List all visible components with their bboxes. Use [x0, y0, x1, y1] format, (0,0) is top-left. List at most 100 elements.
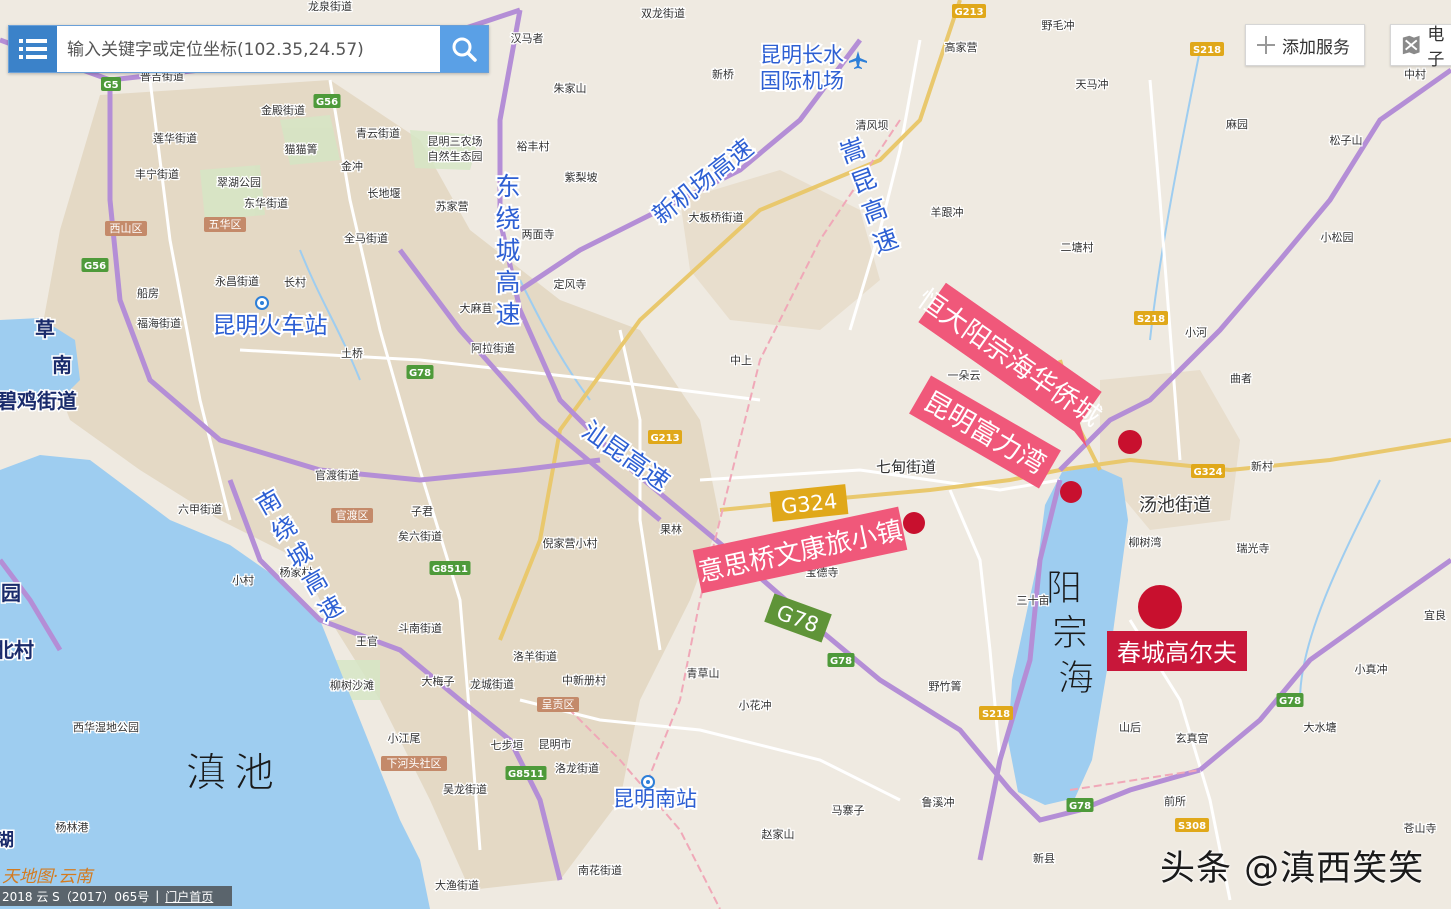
- place-label: 赵家山: [762, 827, 795, 841]
- road-shield: S218: [1137, 314, 1165, 325]
- place-label: 大水塘: [1304, 720, 1337, 734]
- place-label: 东华街道: [244, 196, 288, 210]
- annotation-label: 昆明南站: [613, 787, 697, 811]
- place-label: 福海街道: [137, 316, 181, 330]
- place-label: 长地堰: [368, 187, 401, 200]
- place-label: 两面寺: [522, 228, 555, 241]
- place-label: 王官: [356, 634, 378, 648]
- place-label: 呈贡区: [542, 698, 575, 711]
- banner-chuncheng: 春城高尔夫: [1107, 631, 1247, 671]
- edge-label: 碧鸡街道: [0, 389, 77, 413]
- place-label: 小松园: [1321, 230, 1354, 244]
- edge-label: 湖: [0, 830, 14, 851]
- place-label: 三十亩: [1017, 593, 1050, 607]
- place-label: 清风坝: [856, 118, 889, 132]
- place-label: 大板桥街道: [689, 210, 744, 224]
- place-label: 高家营: [945, 40, 978, 54]
- place-label: 曲者: [1230, 372, 1252, 385]
- place-label: 斗南街道: [398, 621, 442, 635]
- place-label: 下河头社区: [387, 756, 442, 770]
- place-label: 西山区: [110, 222, 143, 235]
- footer-bar: 2018 云 S（2017）065号 | 门户首页: [0, 886, 232, 906]
- place-label: 杨林港: [56, 820, 89, 834]
- place-label: 倪家营小村: [543, 536, 598, 550]
- place-label: 麻园: [1226, 117, 1248, 131]
- marker-hengda[interactable]: [1118, 430, 1142, 454]
- road-shield: G78: [1279, 696, 1301, 707]
- place-label: 鲁溪冲: [922, 795, 955, 809]
- road-shield: G5: [103, 80, 118, 91]
- place-label: 中上: [730, 354, 752, 367]
- footer-separator: |: [155, 889, 160, 903]
- place-label: 洛龙街道: [555, 761, 599, 775]
- place-label: 阿拉街道: [471, 341, 515, 355]
- place-label: 宜良: [1424, 608, 1446, 622]
- place-label: 昆明市: [539, 737, 572, 751]
- place-label: 朱家山: [554, 81, 587, 95]
- place-label: 大梅子: [422, 674, 455, 688]
- edge-label: 园: [1, 581, 21, 605]
- edge-label: 草: [35, 317, 55, 341]
- place-label: 双龙街道: [641, 6, 685, 20]
- place-label: 玄真宫: [1176, 731, 1209, 745]
- place-label: 马寨子: [832, 803, 865, 817]
- annotation-label: 国际机场: [760, 69, 844, 93]
- lake-label: 滇池: [186, 750, 282, 796]
- place-label: 南花街道: [578, 863, 622, 877]
- place-label: 汤池街道: [1139, 495, 1211, 516]
- watermark: 头条 @滇西笑笑: [1160, 849, 1425, 889]
- place-label: 中村: [1404, 67, 1426, 81]
- place-label: 官渡区: [336, 508, 369, 522]
- place-label: 七步垣: [491, 739, 524, 752]
- place-label: 柳树沙滩: [330, 678, 374, 692]
- place-label: 莲华街道: [153, 131, 197, 145]
- annotation-label: 东绕城高速: [495, 172, 520, 329]
- place-label: 中新册村: [562, 673, 606, 687]
- portal-link[interactable]: 门户首页: [165, 888, 213, 905]
- road-shield: G78: [1069, 801, 1091, 812]
- tianditu-logo: 天地图·云南: [2, 867, 93, 887]
- road-shield: G213: [650, 433, 679, 444]
- map-canvas[interactable]: 龙泉街道普吉街道金殿街道青云街道莲华街道猫猫箐昆明三农场自然生态园丰宁街道翠湖公…: [0, 0, 1451, 909]
- menu-button[interactable]: [9, 26, 57, 72]
- place-label: 定风寺: [554, 277, 587, 291]
- place-label: 长村: [284, 275, 306, 289]
- train-station-icon[interactable]: [641, 775, 655, 789]
- marker-yisiqiao[interactable]: [903, 512, 925, 534]
- annotation-label: 昆明火车站: [213, 313, 328, 339]
- place-label: 官渡街道: [315, 468, 359, 482]
- place-label: 瑞光寺: [1237, 541, 1270, 555]
- list-icon: [19, 39, 47, 59]
- add-service-button[interactable]: 添加服务: [1245, 24, 1365, 66]
- place-label: 丰宁街道: [135, 167, 179, 181]
- road-shield: G8511: [508, 769, 544, 780]
- place-label: 野竹箐: [929, 679, 962, 693]
- place-label: 永昌街道: [215, 274, 259, 288]
- place-label: 七甸街道: [876, 458, 936, 476]
- electronic-map-button[interactable]: 电子: [1390, 24, 1451, 70]
- place-label: 子君: [411, 505, 433, 518]
- road-shield: G213: [954, 7, 983, 18]
- place-label: 小真冲: [1355, 662, 1388, 676]
- place-label: 苍山寺: [1404, 822, 1437, 835]
- search-bar: [8, 25, 489, 73]
- map-layer-icon: [1402, 35, 1420, 55]
- place-label: 大麻苴: [460, 301, 493, 315]
- search-input[interactable]: [65, 34, 439, 66]
- search-button[interactable]: [440, 26, 488, 72]
- marker-fulihe[interactable]: [1060, 481, 1082, 503]
- edge-label: 北村: [0, 638, 34, 662]
- place-label: 苏家营: [436, 199, 469, 213]
- marker-chuncheng[interactable]: [1138, 585, 1182, 629]
- place-label: 船房: [137, 286, 159, 300]
- place-label: 小村: [232, 573, 254, 587]
- place-label: 大渔街道: [435, 878, 479, 892]
- place-label: 新县: [1033, 851, 1055, 865]
- place-label: 小河: [1185, 326, 1207, 339]
- train-station-icon[interactable]: [255, 296, 269, 310]
- place-label: 裕丰村: [517, 139, 550, 153]
- place-label: 松子山: [1330, 133, 1363, 147]
- place-label: 矣六街道: [398, 529, 442, 543]
- road-shield: G324: [1193, 467, 1222, 478]
- road-shield: S218: [1193, 45, 1221, 56]
